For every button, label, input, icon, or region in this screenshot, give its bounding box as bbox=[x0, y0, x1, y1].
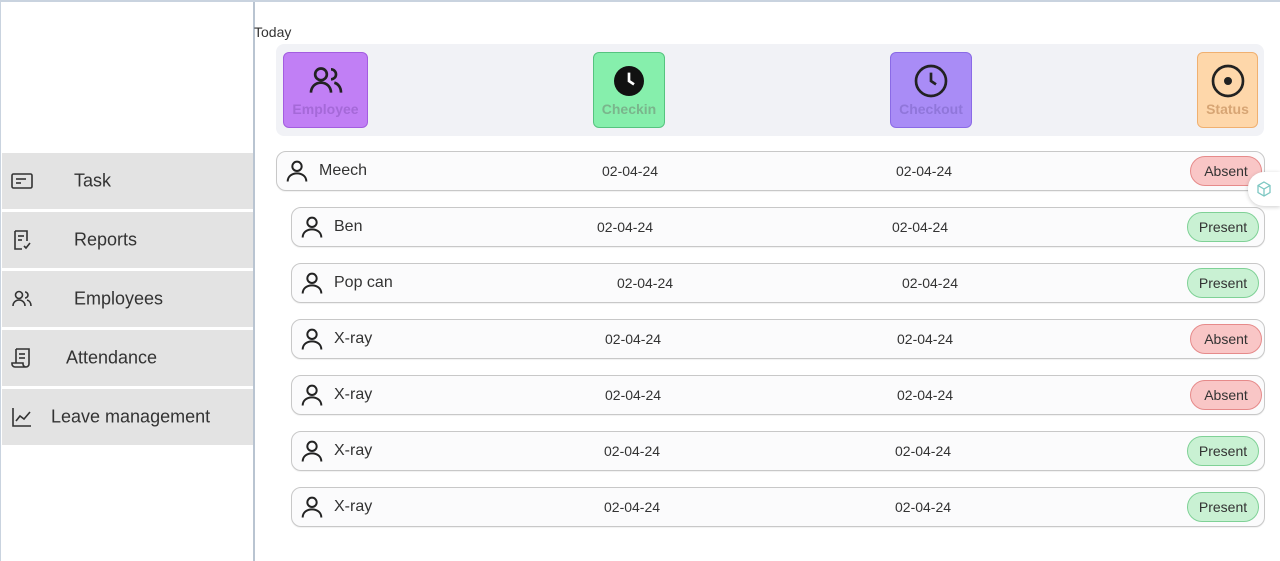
employee-name: Meech bbox=[319, 162, 368, 179]
chart-icon bbox=[12, 408, 31, 427]
checkin-header-label: Checkin bbox=[601, 101, 657, 117]
table-header bbox=[276, 44, 1264, 136]
employee-name: X-ray bbox=[334, 386, 373, 403]
checkin-column-header[interactable]: Checkin bbox=[593, 52, 665, 128]
sidebar-item-label: Employees bbox=[74, 288, 164, 309]
employee-name: X-ray bbox=[334, 442, 373, 459]
table-row[interactable]: Ben 02-04-24 02-04-24 Present bbox=[291, 207, 1265, 247]
user-icon bbox=[301, 216, 323, 238]
sidebar-item-leave-management[interactable]: Leave management bbox=[2, 389, 253, 445]
sidebar-item-reports[interactable]: Reports bbox=[2, 212, 253, 268]
sidebar-item-label: Leave management bbox=[51, 406, 211, 427]
table-row[interactable]: X-ray 02-04-24 02-04-24 Absent bbox=[291, 375, 1265, 415]
employees-icon bbox=[12, 290, 32, 307]
status-icon bbox=[1211, 64, 1244, 98]
status-column-header[interactable]: Status bbox=[1197, 52, 1258, 128]
checkout-date: 02-04-24 bbox=[895, 443, 952, 459]
user-icon bbox=[301, 496, 323, 518]
sidebar-item-attendance[interactable]: Attendance bbox=[2, 330, 253, 386]
employee-header-label: Employee bbox=[292, 101, 359, 117]
checkin-date: 02-04-24 bbox=[602, 163, 659, 179]
checkout-date: 02-04-24 bbox=[902, 275, 959, 291]
clock-icon bbox=[914, 64, 948, 98]
status-badge: Absent bbox=[1190, 324, 1262, 354]
checkin-date: 02-04-24 bbox=[604, 443, 661, 459]
user-icon bbox=[286, 160, 308, 182]
checkout-date: 02-04-24 bbox=[896, 163, 953, 179]
checkout-date: 02-04-24 bbox=[897, 387, 954, 403]
sidebar-item-label: Attendance bbox=[66, 347, 158, 368]
employee-name: X-ray bbox=[334, 330, 373, 347]
user-icon bbox=[301, 328, 323, 350]
status-header-label: Status bbox=[1206, 101, 1249, 117]
table-row[interactable]: Pop can 02-04-24 02-04-24 Present bbox=[291, 263, 1265, 303]
sidebar-item-label: Task bbox=[74, 170, 112, 191]
status-badge: Present bbox=[1187, 436, 1259, 466]
table-row[interactable]: Meech 02-04-24 02-04-24 Absent bbox=[276, 151, 1265, 191]
reports-icon bbox=[14, 230, 31, 250]
checkin-date: 02-04-24 bbox=[604, 499, 661, 515]
user-icon bbox=[301, 384, 323, 406]
employee-column-header[interactable]: Employee bbox=[283, 52, 368, 128]
checkout-date: 02-04-24 bbox=[895, 499, 952, 515]
checkin-date: 02-04-24 bbox=[605, 331, 662, 347]
employee-name: X-ray bbox=[334, 498, 373, 515]
user-icon bbox=[301, 272, 323, 294]
employee-name: Pop can bbox=[334, 274, 393, 291]
checkout-column-header[interactable]: Checkout bbox=[890, 52, 972, 128]
employees-icon bbox=[309, 67, 342, 93]
sidebar-item-employees[interactable]: Employees bbox=[2, 271, 253, 327]
table-row[interactable]: X-ray 02-04-24 02-04-24 Present bbox=[291, 431, 1265, 471]
status-badge: Present bbox=[1187, 268, 1259, 298]
extension-float-button[interactable] bbox=[1248, 172, 1280, 206]
checkout-header-label: Checkout bbox=[899, 101, 963, 117]
attendance-icon bbox=[11, 348, 30, 368]
sidebar-item-label: Reports bbox=[74, 229, 138, 250]
task-icon bbox=[11, 173, 33, 189]
checkin-date: 02-04-24 bbox=[597, 219, 654, 235]
clock-icon bbox=[614, 66, 644, 96]
cube-icon bbox=[1257, 181, 1271, 197]
user-icon bbox=[301, 440, 323, 462]
sidebar-item-task[interactable]: Task bbox=[2, 153, 253, 209]
table-row[interactable]: X-ray 02-04-24 02-04-24 Present bbox=[291, 487, 1265, 527]
status-badge: Present bbox=[1187, 212, 1259, 242]
status-badge: Present bbox=[1187, 492, 1259, 522]
checkin-date: 02-04-24 bbox=[605, 387, 662, 403]
checkin-date: 02-04-24 bbox=[617, 275, 674, 291]
status-badge: Absent bbox=[1190, 380, 1262, 410]
employee-name: Ben bbox=[334, 218, 363, 235]
table-row[interactable]: X-ray 02-04-24 02-04-24 Absent bbox=[291, 319, 1265, 359]
sidebar: Task Reports Employees Attendance Leave … bbox=[0, 2, 255, 561]
section-title: Today bbox=[254, 24, 292, 40]
checkout-date: 02-04-24 bbox=[897, 331, 954, 347]
checkout-date: 02-04-24 bbox=[892, 219, 949, 235]
